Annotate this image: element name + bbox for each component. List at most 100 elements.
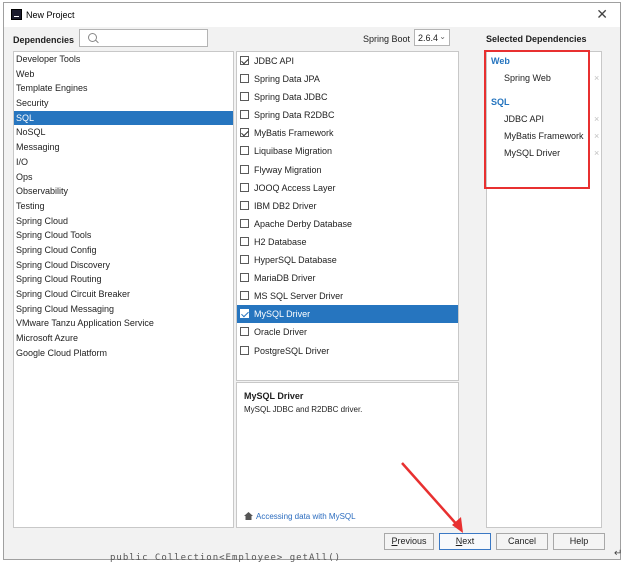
search-input[interactable] — [100, 31, 204, 45]
dependency-row[interactable]: MySQL Driver — [237, 305, 458, 324]
home-icon — [244, 512, 253, 520]
category-item[interactable]: Spring Cloud Messaging — [14, 302, 233, 317]
dependency-checkbox[interactable] — [240, 309, 249, 319]
category-item[interactable]: Security — [14, 96, 233, 111]
remove-dependency-icon[interactable]: × — [594, 114, 599, 124]
help-button[interactable]: Help — [553, 533, 605, 550]
dependency-checkbox[interactable] — [240, 182, 249, 192]
cancel-button[interactable]: Cancel — [496, 533, 548, 550]
category-list: Developer Tools Web Template Engines Securi… — [13, 51, 234, 528]
dependency-label: IBM DB2 Driver — [254, 200, 317, 211]
dependency-description-panel: MySQL Driver MySQL JDBC and R2DBC driver… — [236, 382, 459, 528]
dependency-row[interactable]: MariaDB Driver — [237, 269, 458, 287]
category-item[interactable]: Developer Tools — [14, 52, 233, 67]
background-code-line: public Collection<Employee> getAll() — [110, 553, 342, 563]
category-item[interactable]: Template Engines — [14, 81, 233, 96]
dependency-row[interactable]: Apache Derby Database — [237, 215, 458, 233]
category-item[interactable]: Testing — [14, 199, 233, 214]
dependency-row[interactable]: Spring Data JDBC — [237, 88, 458, 106]
dependency-checkbox[interactable] — [240, 200, 249, 210]
dependency-label: Oracle Driver — [254, 327, 308, 338]
category-item[interactable]: I/O — [14, 155, 233, 170]
guide-link[interactable]: Accessing data with MySQL — [244, 511, 356, 521]
dependency-label: MariaDB Driver — [254, 273, 316, 284]
dependency-checkbox[interactable] — [240, 92, 249, 102]
selected-dependency-item: MyBatis Framework — [504, 131, 584, 141]
next-label: ext — [462, 536, 475, 546]
selected-group-header: SQL — [491, 97, 510, 107]
dialog-title: New Project — [26, 10, 75, 20]
category-item[interactable]: Microsoft Azure — [14, 331, 233, 346]
dependency-checkbox[interactable] — [240, 110, 249, 120]
dependency-row[interactable]: IBM DB2 Driver — [237, 197, 458, 215]
dependency-row[interactable]: PostgreSQL Driver — [237, 342, 458, 360]
dependency-checkbox[interactable] — [240, 236, 249, 246]
dependency-row[interactable]: H2 Database — [237, 233, 458, 251]
category-item[interactable]: Spring Cloud Config — [14, 243, 233, 258]
return-mark-icon: ↵ — [614, 548, 623, 559]
dependency-label: Apache Derby Database — [254, 218, 353, 229]
spring-boot-version-select[interactable]: 2.6.4 ⌄ — [414, 29, 450, 46]
dependency-row[interactable]: Spring Data R2DBC — [237, 106, 458, 124]
selected-dependency-item: Spring Web — [504, 73, 551, 83]
selected-dependency-item: JDBC API — [504, 114, 545, 124]
chevron-down-icon: ⌄ — [439, 32, 446, 41]
dependency-label: JDBC API — [254, 56, 295, 66]
selected-dependency-item: MySQL Driver — [504, 148, 561, 158]
dependency-row[interactable]: Flyway Migration — [237, 161, 458, 179]
dependency-row[interactable]: Liquibase Migration — [237, 142, 458, 160]
dependency-row[interactable]: Oracle Driver — [237, 323, 458, 341]
dependency-list: JDBC API Spring Data JPA Spring Data JDBC S… — [236, 51, 459, 381]
search-box[interactable] — [79, 29, 208, 47]
dependency-row[interactable]: JOOQ Access Layer — [237, 179, 458, 197]
dependency-checkbox[interactable] — [240, 74, 249, 84]
dependency-checkbox[interactable] — [240, 164, 249, 174]
dependency-checkbox[interactable] — [240, 255, 249, 265]
dependency-label: Flyway Migration — [254, 164, 322, 175]
close-icon[interactable]: ✕ — [596, 6, 608, 22]
dependency-label: Liquibase Migration — [254, 146, 333, 157]
dependency-checkbox[interactable] — [240, 218, 249, 228]
category-item[interactable]: SQL — [14, 110, 233, 126]
description-text: MySQL JDBC and R2DBC driver. — [244, 405, 363, 414]
dependency-label: MS SQL Server Driver — [254, 291, 344, 302]
category-item[interactable]: Messaging — [14, 140, 233, 155]
dependency-label: H2 Database — [254, 236, 307, 247]
dependency-checkbox[interactable] — [240, 273, 249, 283]
category-item[interactable]: Observability — [14, 184, 233, 199]
dependency-row[interactable]: JDBC API — [237, 52, 458, 70]
dependency-checkbox[interactable] — [240, 345, 249, 355]
dependency-checkbox[interactable] — [240, 327, 249, 337]
dependencies-label: Dependencies — [13, 35, 75, 45]
dependency-row[interactable]: MyBatis Framework — [237, 124, 458, 142]
dependency-checkbox[interactable] — [240, 146, 249, 156]
previous-button[interactable]: Previous — [384, 533, 434, 550]
selected-dependencies-label: Selected Dependencies — [486, 34, 587, 44]
category-item[interactable]: Spring Cloud Tools — [14, 228, 233, 243]
remove-dependency-icon[interactable]: × — [594, 148, 599, 158]
dependency-checkbox[interactable] — [240, 56, 249, 65]
category-item[interactable]: Web — [14, 67, 233, 82]
dependency-label: MyBatis Framework — [254, 128, 334, 139]
category-item[interactable]: NoSQL — [14, 125, 233, 140]
spring-boot-label: Spring Boot — [363, 34, 411, 44]
remove-dependency-icon[interactable]: × — [594, 131, 599, 141]
dependency-row[interactable]: Spring Data JPA — [237, 70, 458, 88]
category-item[interactable]: Spring Cloud Routing — [14, 272, 233, 287]
description-title: MySQL Driver — [244, 391, 304, 401]
next-button[interactable]: Next — [439, 533, 491, 550]
category-item[interactable]: Spring Cloud Discovery — [14, 258, 233, 273]
category-item[interactable]: VMware Tanzu Application Service — [14, 316, 233, 331]
category-item[interactable]: Spring Cloud — [14, 214, 233, 229]
category-item[interactable]: Ops — [14, 170, 233, 185]
remove-dependency-icon[interactable]: × — [594, 73, 599, 83]
dependency-checkbox[interactable] — [240, 128, 249, 138]
dependency-row[interactable]: MS SQL Server Driver — [237, 287, 458, 305]
dependency-label: Spring Data JDBC — [254, 92, 328, 103]
dependency-checkbox[interactable] — [240, 291, 249, 301]
category-item[interactable]: Spring Cloud Circuit Breaker — [14, 287, 233, 302]
category-item[interactable]: Google Cloud Platform — [14, 346, 233, 361]
dependency-label: MySQL Driver — [254, 309, 311, 320]
search-icon — [88, 33, 97, 42]
dependency-row[interactable]: HyperSQL Database — [237, 251, 458, 269]
